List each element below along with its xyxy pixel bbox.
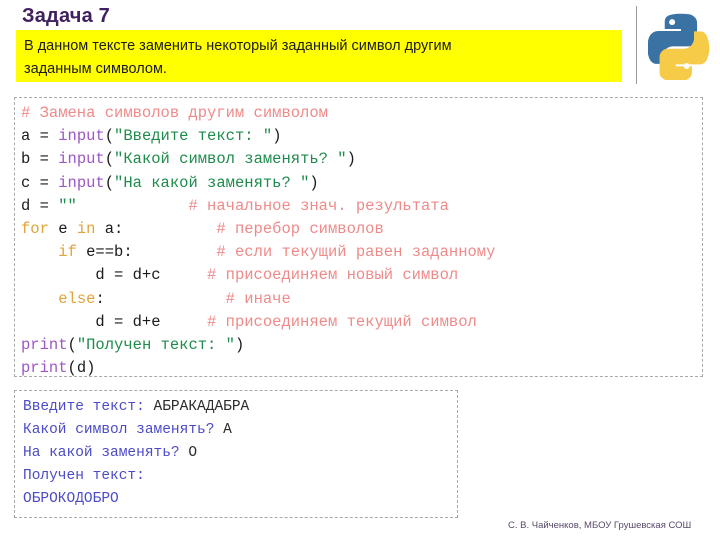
code-token: ) [272, 127, 282, 146]
code-token: (d) [67, 359, 96, 378]
code-token: "На какой заменять? " [114, 173, 310, 192]
code-token: c = [21, 173, 59, 192]
code-token: a: [95, 220, 124, 239]
code-token: # начальное знач. результата [188, 196, 449, 215]
code-line: d = "" # начальное знач. результата [21, 195, 702, 218]
output-line: На какой заменять? О [23, 442, 457, 465]
code-token: e [48, 220, 77, 239]
code-token: for [21, 220, 49, 239]
code-token: ( [104, 150, 115, 169]
output-token: А [223, 422, 232, 438]
code-line: d = d+c # присоединяем новый символ [21, 264, 702, 287]
code-token: # перебор символов [216, 220, 384, 239]
code-token: e==b: [76, 243, 133, 262]
code-token: input [58, 173, 105, 192]
code-token: ( [104, 173, 115, 192]
code-line: print("Получен текст: ") [21, 334, 702, 357]
task-description-line: В данном тексте заменить некоторый задан… [24, 38, 452, 54]
task-description-line: заданным символом. [24, 61, 167, 77]
code-line: d = d+e # присоединяем текущий символ [21, 311, 702, 334]
code-token: "Введите текст: " [114, 127, 273, 146]
code-token: ) [346, 150, 356, 169]
code-token: print [21, 359, 68, 378]
code-token: print [21, 336, 68, 355]
code-lines-container: # Замена символов другим символом a = inp… [21, 102, 702, 380]
code-token: # иначе [225, 289, 291, 308]
code-token: : [95, 289, 105, 308]
code-token: ) [234, 336, 245, 355]
output-token: О [188, 445, 198, 461]
page-title: Задача 7 [22, 5, 110, 27]
output-token: Введите текст: [23, 399, 154, 415]
code-line: c = input("На какой заменять? ") [21, 172, 702, 195]
python-logo [647, 8, 714, 83]
code-token: # Замена символов другим символом [21, 104, 328, 122]
code-line: b = input("Какой символ заменять? ") [21, 148, 702, 171]
footer-credit: С. В. Чайченков, МБОУ Грушевская СОШ [508, 520, 692, 531]
code-token: ( [104, 127, 115, 146]
program-output-console: Введите текст: АБРАКАДАБРА Какой символ з… [14, 390, 458, 518]
code-line: print(d) [21, 357, 702, 380]
code-line: else: # иначе [21, 288, 702, 311]
code-token: "Получен текст: " [76, 336, 235, 355]
code-token: a = [21, 127, 59, 146]
output-line: Введите текст: АБРАКАДАБРА [23, 396, 457, 419]
task-description-banner: В данном тексте заменить некоторый задан… [16, 30, 622, 82]
code-token: d = d+e [21, 312, 161, 331]
header: Задача 7 В данном тексте заменить некото… [0, 0, 720, 95]
code-token: input [58, 127, 105, 146]
code-token: else [58, 289, 96, 308]
code-token: # если текущий равен заданному [216, 243, 496, 262]
code-token: # присоединяем новый символ [207, 266, 459, 285]
code-token: d = [21, 196, 59, 215]
output-line: Получен текст: [23, 465, 457, 488]
output-token: На какой заменять? [23, 445, 189, 461]
code-token: "Какой символ заменять? " [114, 150, 347, 169]
output-token: АБРАКАДАБРА [153, 399, 250, 415]
output-lines-container: Введите текст: АБРАКАДАБРА Какой символ з… [23, 396, 457, 511]
output-token: Какой символ заменять? [23, 422, 224, 438]
code-line: a = input("Введите текст: ") [21, 125, 702, 148]
header-divider [636, 6, 637, 84]
code-line: # Замена символов другим символом [21, 102, 702, 125]
code-token: in [76, 220, 96, 239]
code-token: if [58, 243, 77, 262]
output-line: Какой символ заменять? А [23, 419, 457, 442]
code-line: for e in a: # перебор символов [21, 218, 702, 241]
code-token: d = d+c [21, 266, 161, 285]
code-token: "" [58, 196, 77, 215]
output-token: Получен текст: [23, 468, 145, 484]
code-token: ( [67, 336, 77, 355]
code-line: if e==b: # если текущий равен заданному [21, 241, 702, 264]
code-token: # присоединяем текущий символ [207, 312, 477, 331]
code-block: # Замена символов другим символом a = inp… [14, 97, 703, 377]
code-token: input [58, 150, 105, 169]
output-line: ОБРОКОДОБРО [23, 488, 457, 511]
code-token: ) [309, 173, 319, 192]
output-token: ОБРОКОДОБРО [23, 491, 119, 507]
code-token: b = [21, 150, 59, 169]
